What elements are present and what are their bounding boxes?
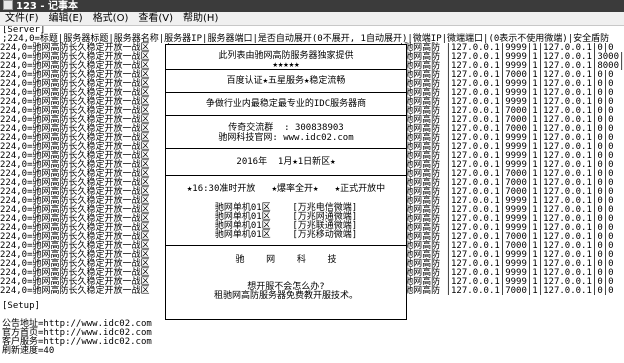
menu-edit[interactable]: 编辑(E)	[44, 12, 88, 25]
notice-certified-line: 百度认证★五星服务★稳定流畅	[226, 76, 346, 86]
notice-divider	[166, 92, 406, 93]
notice-divider	[166, 148, 406, 149]
menu-bar: 文件(F) 编辑(E) 格式(O) 查看(V) 帮助(H)	[0, 12, 624, 26]
notice-box: 此列表由驰网高防服务器独家提供 ★★★★★ 百度认证★五星服务★稳定流畅 争做行…	[165, 44, 407, 320]
setup-refresh-speed: 刷新速度=40	[2, 346, 55, 356]
notice-offer: 租驰网高防服务器免费教开服技术。	[213, 291, 358, 301]
notepad-app-icon	[3, 0, 13, 10]
window-titlebar: 123 - 记事本	[0, 0, 624, 12]
menu-view[interactable]: 查看(V)	[133, 12, 178, 25]
menu-format[interactable]: 格式(O)	[88, 12, 134, 25]
menu-file[interactable]: 文件(F)	[0, 12, 44, 25]
notice-company-name: 驰 网 科 技	[235, 255, 337, 265]
notice-open-time: ★16:30准时开放 ★爆率全开★ ★正式开放中	[186, 184, 386, 194]
window-title: 123 - 记事本	[16, 1, 78, 12]
notice-new-server-date: 2016年 1月★1日新区★	[236, 157, 336, 167]
notice-slogan-line: 争做行业内最稳定最专业的IDC服务器商	[205, 99, 367, 109]
notice-website: 驰网科技官网: www.idc02.com	[218, 133, 354, 143]
notice-server-mobile: 驰网单机01区 [万兆移动微端]	[214, 230, 358, 240]
notice-divider	[166, 245, 406, 246]
notice-divider	[166, 115, 406, 116]
notice-stars: ★★★★★	[272, 60, 300, 70]
setup-section-header: [Setup]	[2, 301, 40, 311]
notice-qq-group: 传奇交流群 : 300838903	[228, 123, 344, 133]
notice-divider	[166, 175, 406, 176]
text-editor-area[interactable]: [Server] ;224,0=标题|服务器标题|服务器名称|服务器IP|服务器…	[0, 26, 624, 363]
menu-help[interactable]: 帮助(H)	[178, 12, 223, 25]
